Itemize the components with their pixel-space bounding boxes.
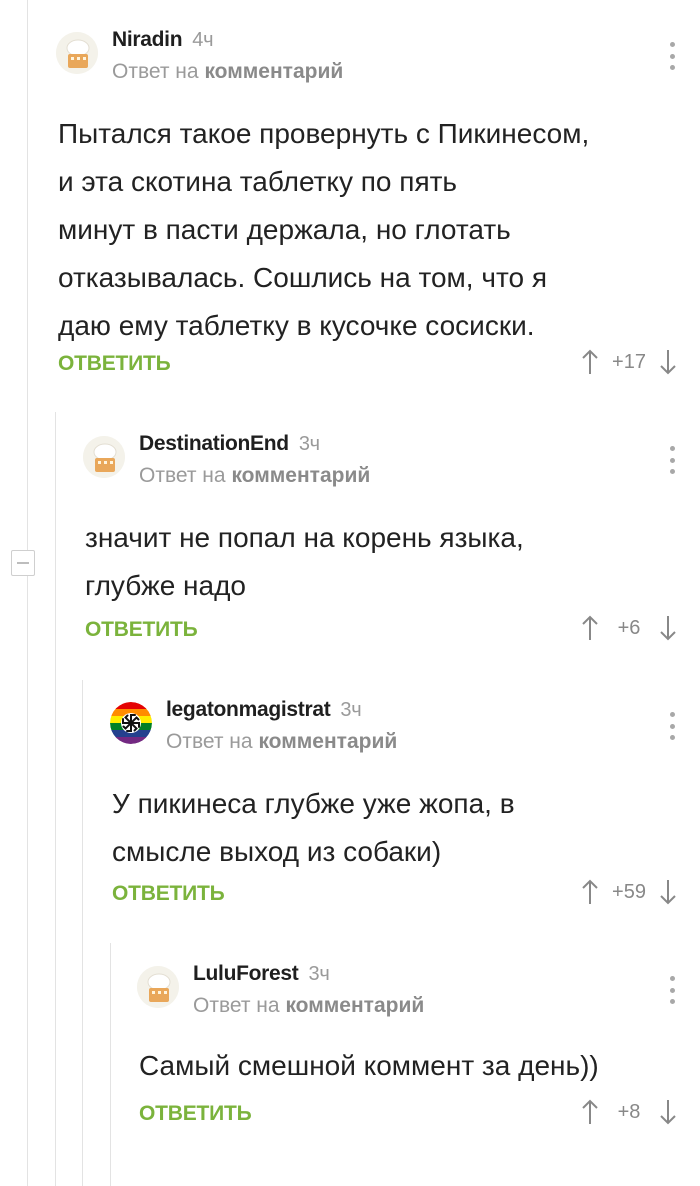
thread-line-level-3	[82, 680, 83, 1186]
rainbow-kolovrat-icon	[110, 702, 152, 744]
comment-time: 4ч	[192, 29, 214, 51]
chef-hat-icon	[83, 436, 125, 478]
reply-to-label: Ответ на комментарий	[112, 60, 344, 83]
thread-line-level-4	[110, 943, 111, 1186]
comment: DestinationEnd 3ч Ответ на комментарий зн…	[83, 430, 678, 650]
avatar[interactable]	[83, 436, 125, 478]
rating-score: +17	[612, 350, 646, 373]
upvote-arrow-icon[interactable]	[580, 878, 600, 906]
comment-text: Самый смешной коммент за день))	[139, 1050, 599, 1081]
more-options-icon[interactable]	[668, 712, 676, 740]
rating: +6	[580, 614, 678, 642]
reply-to-label: Ответ на комментарий	[193, 994, 425, 1017]
avatar[interactable]	[110, 702, 152, 744]
upvote-arrow-icon[interactable]	[580, 348, 600, 376]
comment-text: Пытался такое провернуть с Пикинесом, и …	[58, 118, 590, 341]
upvote-arrow-icon[interactable]	[580, 614, 600, 642]
comment: LuluForest 3ч Ответ на комментарий Самый …	[137, 960, 678, 1140]
rating: +8	[580, 1098, 678, 1126]
downvote-arrow-icon[interactable]	[658, 878, 678, 906]
comment: legatonmagistrat 3ч Ответ на комментарий …	[110, 696, 678, 916]
reply-to-link[interactable]: комментарий	[285, 994, 424, 1017]
rating-score: +59	[612, 880, 646, 903]
comment-time: 3ч	[308, 963, 330, 985]
chef-hat-icon	[137, 966, 179, 1008]
comment-time: 3ч	[340, 699, 362, 721]
downvote-arrow-icon[interactable]	[658, 614, 678, 642]
comment-text: У пикинеса глубже уже жопа, в смысле вых…	[112, 788, 515, 867]
chef-hat-icon	[56, 32, 98, 74]
more-options-icon[interactable]	[668, 446, 676, 474]
more-options-icon[interactable]	[668, 42, 676, 70]
reply-to-link[interactable]: комментарий	[231, 464, 370, 487]
reply-button[interactable]: ОТВЕТИТЬ	[85, 618, 198, 642]
reply-button[interactable]: ОТВЕТИТЬ	[58, 352, 171, 376]
downvote-arrow-icon[interactable]	[658, 348, 678, 376]
reply-to-link[interactable]: комментарий	[204, 60, 343, 83]
reply-to-label: Ответ на комментарий	[139, 464, 371, 487]
downvote-arrow-icon[interactable]	[658, 1098, 678, 1126]
author-name[interactable]: legatonmagistrat 3ч	[166, 698, 362, 722]
comment: Niradin 4ч Ответ на комментарий Пытался т…	[56, 26, 678, 386]
reply-to-label: Ответ на комментарий	[166, 730, 398, 753]
thread-line	[27, 0, 28, 1186]
author-name[interactable]: DestinationEnd 3ч	[139, 432, 320, 456]
comment-text: значит не попал на корень языка, глубже …	[85, 522, 524, 601]
rating-score: +8	[617, 1100, 641, 1123]
author-name[interactable]: Niradin 4ч	[112, 28, 214, 52]
comment-time: 3ч	[298, 433, 320, 455]
thread-line-level-2	[55, 412, 56, 1186]
reply-button[interactable]: ОТВЕТИТЬ	[139, 1102, 252, 1126]
avatar[interactable]	[56, 32, 98, 74]
reply-button[interactable]: ОТВЕТИТЬ	[112, 882, 225, 906]
reply-to-link[interactable]: комментарий	[258, 730, 397, 753]
avatar[interactable]	[137, 966, 179, 1008]
collapse-thread-button[interactable]	[11, 550, 35, 576]
more-options-icon[interactable]	[668, 976, 676, 1004]
author-name[interactable]: LuluForest 3ч	[193, 962, 330, 986]
upvote-arrow-icon[interactable]	[580, 1098, 600, 1126]
rating: +17	[580, 348, 678, 376]
rating: +59	[580, 878, 678, 906]
rating-score: +6	[617, 616, 641, 639]
